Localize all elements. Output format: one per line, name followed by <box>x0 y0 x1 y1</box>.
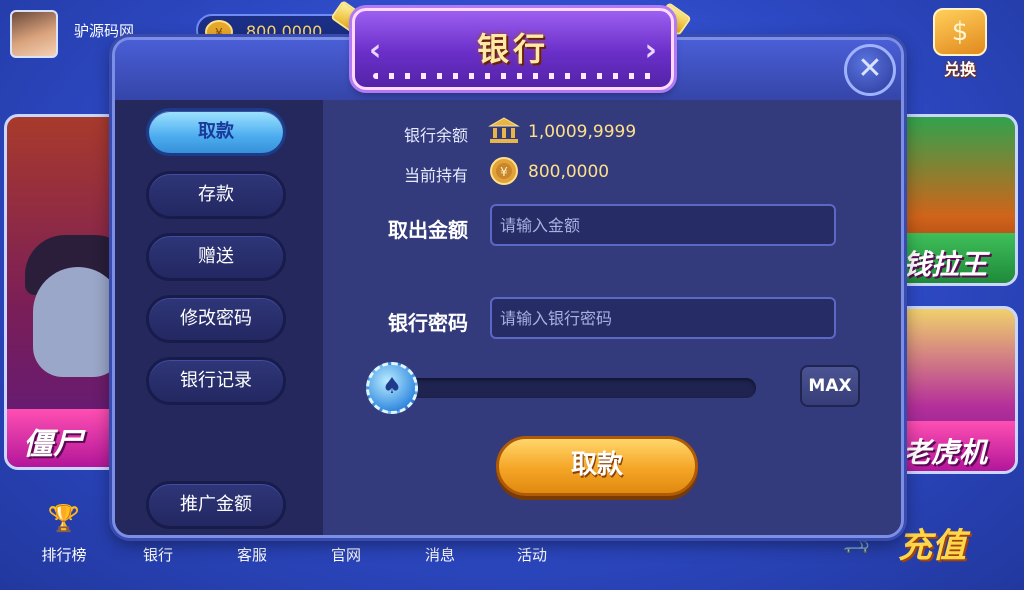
nav-leaderboard[interactable]: 🏆 排行榜 <box>34 504 94 565</box>
tab-deposit[interactable]: 存款 <box>146 171 286 219</box>
coin-icon: ¥ <box>490 157 518 185</box>
light-dots <box>373 73 653 79</box>
withdraw-submit-button[interactable]: 取款 <box>496 436 698 496</box>
withdraw-amount-label: 取出金额 <box>388 218 468 242</box>
nav-label: 官网 <box>330 546 361 564</box>
holding-label: 当前持有 <box>404 166 469 185</box>
chevron-left-icon: ‹ <box>369 33 382 68</box>
bank-balance-value: 1,0009,9999 <box>528 122 637 142</box>
dialog-title-plaque: ‹ 银行 › <box>352 8 674 90</box>
bank-balance-row: 银行余额 <box>404 122 468 146</box>
spade-icon: ♠ <box>382 374 402 399</box>
nav-label: 消息 <box>424 546 455 564</box>
holding-value-wrap: 800,0000 <box>528 162 609 182</box>
exchange-button[interactable]: $ 兑换 <box>930 8 990 79</box>
recharge-label: 充值 <box>898 526 966 566</box>
close-icon: ✕ <box>857 51 883 86</box>
exchange-label: 兑换 <box>943 60 976 79</box>
avatar[interactable] <box>10 10 58 58</box>
withdraw-amount-input[interactable] <box>490 204 836 246</box>
exchange-icon: $ <box>933 8 987 56</box>
svg-text:¥: ¥ <box>500 165 508 179</box>
amount-slider-handle[interactable]: ♠ <box>366 362 418 414</box>
nav-label: 客服 <box>236 546 267 564</box>
tab-change-password[interactable]: 修改密码 <box>146 295 286 343</box>
zombie-character <box>33 267 123 377</box>
tab-promotion-amount[interactable]: 推广金额 <box>146 481 286 529</box>
bank-balance-label: 银行余额 <box>404 126 469 145</box>
nav-label: 银行 <box>142 546 173 564</box>
bank-password-input[interactable] <box>490 297 836 339</box>
max-button[interactable]: MAX <box>800 365 860 407</box>
dialog-title: 银行 <box>476 30 549 68</box>
amount-slider-track[interactable] <box>380 378 756 398</box>
tab-gift[interactable]: 赠送 <box>146 233 286 281</box>
nav-label: 排行榜 <box>41 546 87 564</box>
holding-value: 800,0000 <box>528 162 610 182</box>
trophy-icon: 🏆 <box>47 504 81 534</box>
chevron-right-icon: › <box>644 33 657 68</box>
bank-password-label: 银行密码 <box>388 311 468 335</box>
tab-withdraw[interactable]: 取款 <box>146 108 286 156</box>
tab-bank-records[interactable]: 银行记录 <box>146 357 286 405</box>
close-button[interactable]: ✕ <box>844 44 896 96</box>
nav-label: 活动 <box>516 546 547 564</box>
bank-building-icon <box>488 117 520 143</box>
bank-balance-value-wrap: 1,0009,9999 <box>528 122 636 142</box>
holding-row: 当前持有 <box>404 162 468 186</box>
